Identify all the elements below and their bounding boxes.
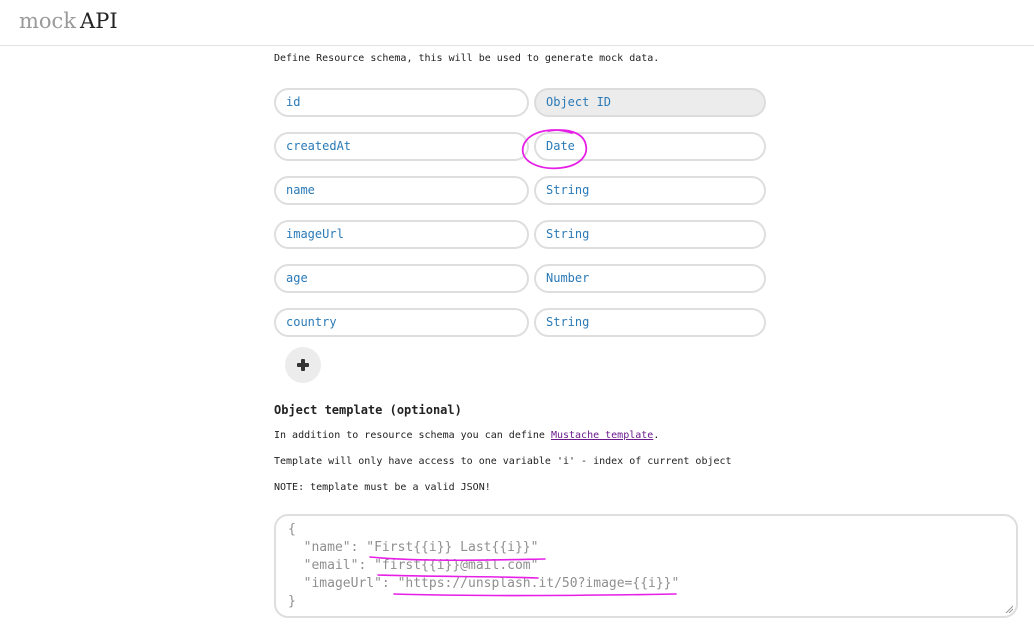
code-line: "name": "First{{i}} Last{{i}}" — [288, 540, 539, 555]
field-type-select: Object ID — [534, 88, 766, 117]
code-line: { — [288, 522, 296, 537]
code-line: "email": "first{{i}}@mail.com" — [288, 558, 539, 573]
field-name-input[interactable]: id — [274, 88, 529, 117]
code-line: "imageUrl": "https://unsplash.it/50?imag… — [288, 576, 680, 591]
resize-grip-icon[interactable] — [1005, 605, 1013, 613]
template-json-note: NOTE: template must be a valid JSON! — [274, 482, 491, 493]
field-name-input[interactable]: name — [274, 176, 529, 205]
template-editor[interactable]: { "name": "First{{i}} Last{{i}}" "email"… — [274, 514, 1018, 618]
field-name-input[interactable]: country — [274, 308, 529, 337]
logo-mock: mock — [19, 9, 77, 33]
template-variable-note: Template will only have access to one va… — [274, 456, 732, 467]
field-type-select[interactable]: Date — [534, 132, 766, 161]
field-type-select[interactable]: String — [534, 308, 766, 337]
field-name-input[interactable]: createdAt — [274, 132, 529, 161]
field-name-input[interactable]: age — [274, 264, 529, 293]
field-type-select[interactable]: String — [534, 220, 766, 249]
mustache-template-link[interactable]: Mustache template — [551, 430, 653, 441]
code-line: } — [288, 594, 296, 609]
field-type-select[interactable]: String — [534, 176, 766, 205]
template-section-title: Object template (optional) — [274, 403, 462, 417]
logo-api: API — [80, 9, 118, 33]
field-type-select[interactable]: Number — [534, 264, 766, 293]
app-header: mock API — [0, 0, 1034, 46]
logo[interactable]: mock API — [19, 9, 118, 33]
template-description: In addition to resource schema you can d… — [274, 430, 659, 441]
field-name-input[interactable]: imageUrl — [274, 220, 529, 249]
schema-intro: Define Resource schema, this will be use… — [274, 53, 660, 64]
template-desc-prefix: In addition to resource schema you can d… — [274, 430, 551, 441]
template-desc-suffix: . — [653, 430, 660, 441]
add-field-button[interactable] — [285, 347, 321, 383]
